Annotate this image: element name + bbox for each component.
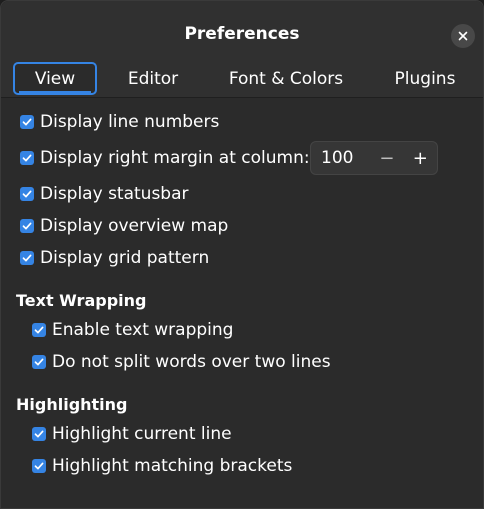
checkmark-icon [22,118,32,126]
checkbox[interactable] [32,323,46,337]
tab-label: Plugins [394,68,456,89]
right-margin-value[interactable]: 100 [311,148,370,168]
tab-label: Editor [127,68,179,89]
tab-plugins[interactable]: Plugins [377,62,473,95]
option-no-split-words[interactable]: Do not split words over two lines [32,349,331,375]
checkbox[interactable] [20,251,34,265]
checkmark-icon [22,222,32,230]
tab-label: View [34,68,76,89]
checkbox[interactable] [20,151,34,165]
checkmark-icon [22,190,32,198]
checkmark-icon [22,154,32,162]
option-display-grid-pattern[interactable]: Display grid pattern [20,245,209,271]
checkmark-icon [34,326,44,334]
option-label: Display grid pattern [40,248,210,268]
window-title: Preferences [184,24,300,44]
tab-font-colors[interactable]: Font & Colors [213,62,359,95]
preferences-window: Preferences View Editor Font & Colors Pl… [0,0,484,509]
checkbox[interactable] [20,115,34,129]
checkbox[interactable] [32,459,46,473]
checkmark-icon [34,358,44,366]
option-highlight-current-line[interactable]: Highlight current line [32,421,232,447]
tab-bar: View Editor Font & Colors Plugins [1,57,483,98]
section-heading-highlighting: Highlighting [16,395,128,414]
close-button[interactable] [451,24,475,48]
option-label: Highlight matching brackets [52,456,293,476]
option-label: Display statusbar [40,184,189,204]
checkbox[interactable] [32,355,46,369]
decrement-button[interactable]: − [370,142,403,174]
right-margin-spinbutton[interactable]: 100 − + [310,141,438,175]
tab-label: Font & Colors [228,68,344,89]
checkmark-icon [34,462,44,470]
option-label: Do not split words over two lines [52,352,331,372]
checkbox[interactable] [32,427,46,441]
option-label: Enable text wrapping [52,320,234,340]
option-display-overview-map[interactable]: Display overview map [20,213,228,239]
checkmark-icon [22,254,32,262]
tab-view[interactable]: View [13,62,97,95]
option-display-right-margin[interactable]: Display right margin at column: [20,145,310,171]
section-heading-text-wrapping: Text Wrapping [16,291,147,310]
option-display-line-numbers[interactable]: Display line numbers [20,109,219,135]
option-label: Display right margin at column: [40,148,310,168]
tab-editor[interactable]: Editor [109,62,197,95]
checkbox[interactable] [20,219,34,233]
option-label: Display line numbers [40,112,220,132]
option-display-statusbar[interactable]: Display statusbar [20,181,189,207]
option-label: Display overview map [40,216,229,236]
close-icon [458,31,468,41]
option-enable-text-wrapping[interactable]: Enable text wrapping [32,317,233,343]
option-label: Highlight current line [52,424,232,444]
titlebar: Preferences [1,1,483,57]
checkbox[interactable] [20,187,34,201]
increment-button[interactable]: + [404,142,437,174]
checkmark-icon [34,430,44,438]
option-highlight-matching-brackets[interactable]: Highlight matching brackets [32,453,292,479]
